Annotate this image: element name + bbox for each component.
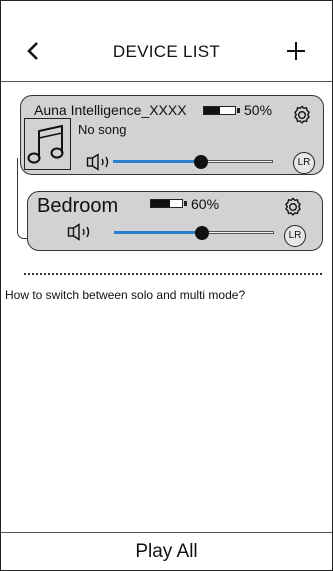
battery-icon <box>203 106 240 115</box>
lr-channel-button[interactable]: LR <box>293 152 315 174</box>
music-note-icon <box>27 124 64 164</box>
battery-icon <box>150 199 187 208</box>
bottom-bar: Play All <box>1 532 332 570</box>
device-card-bedroom[interactable]: Bedroom 60% LR <box>27 191 323 251</box>
volume-level <box>113 160 201 163</box>
device-name: Auna Intelligence_XXXX <box>34 102 187 118</box>
now-playing: No song <box>78 122 127 137</box>
battery-level <box>204 107 220 114</box>
battery-percent: 60% <box>191 196 220 212</box>
play-all-button[interactable]: Play All <box>1 541 332 563</box>
add-device-button[interactable] <box>282 37 310 65</box>
speaker-icon <box>86 153 109 171</box>
app-frame: DEVICE LIST Auna Intelligence_XXXX 50% N… <box>0 0 333 571</box>
lr-channel-button[interactable]: LR <box>284 225 306 247</box>
volume-level <box>114 231 202 234</box>
dotted-divider <box>24 273 322 275</box>
gear-icon[interactable] <box>282 196 304 218</box>
device-card-auna[interactable]: Auna Intelligence_XXXX 50% No song LR <box>20 95 324 175</box>
gear-icon[interactable] <box>291 104 313 126</box>
volume-slider[interactable] <box>114 225 274 241</box>
battery-percent: 50% <box>244 102 273 118</box>
battery-level <box>151 200 170 207</box>
slider-thumb[interactable] <box>195 226 209 240</box>
slider-thumb[interactable] <box>194 155 208 169</box>
plus-icon <box>287 42 305 60</box>
speaker-icon <box>67 223 90 241</box>
volume-slider[interactable] <box>113 154 273 170</box>
album-cover <box>24 118 71 170</box>
help-link[interactable]: How to switch between solo and multi mod… <box>5 288 245 302</box>
top-bar: DEVICE LIST <box>1 1 332 82</box>
device-name: Bedroom <box>37 195 119 217</box>
